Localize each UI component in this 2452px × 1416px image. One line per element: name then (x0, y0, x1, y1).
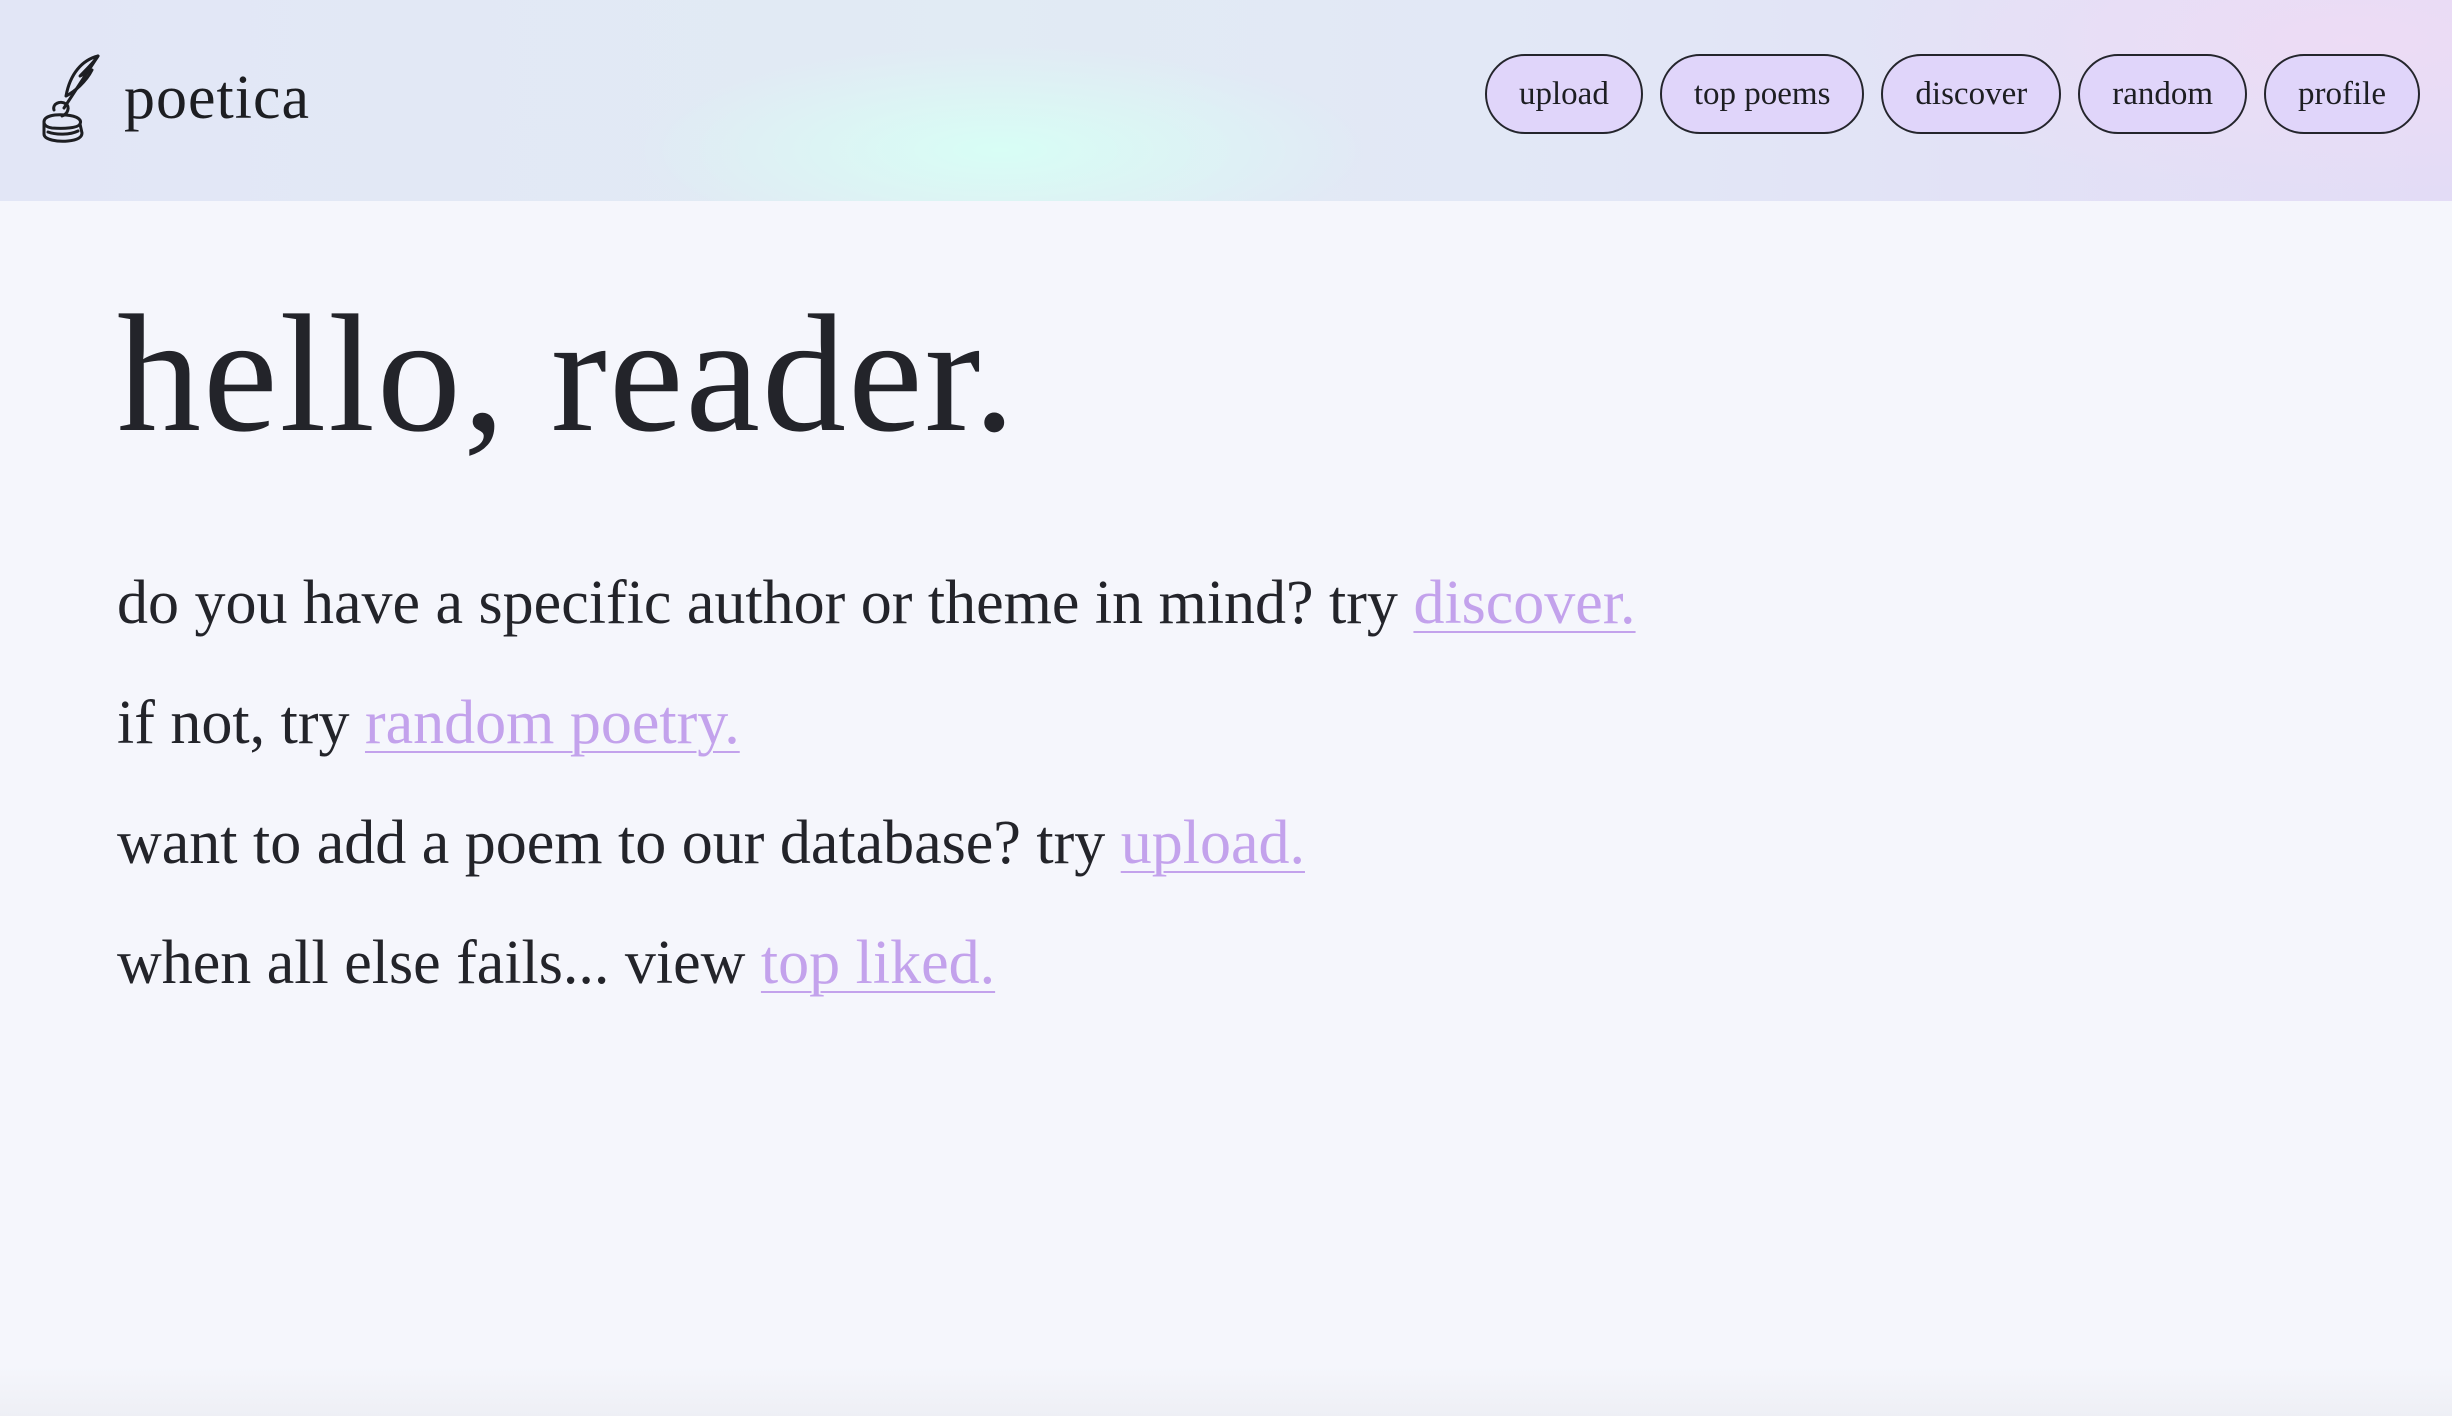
page-title: hello, reader. (117, 281, 1018, 467)
prompt-text: when all else fails... view (117, 929, 761, 997)
upload-link[interactable]: upload. (1121, 809, 1305, 877)
prompt-text: want to add a poem to our database? try (117, 809, 1121, 877)
discover-button[interactable]: discover (1881, 54, 2062, 134)
prompt-line-top-liked: when all else fails... view top liked. (117, 932, 995, 994)
bottom-fade (0, 1366, 2452, 1416)
profile-button[interactable]: profile (2264, 54, 2420, 134)
top-liked-link[interactable]: top liked. (761, 929, 995, 997)
main-nav: upload top poems discover random profile (1485, 54, 2420, 134)
prompt-text: do you have a specific author or theme i… (117, 569, 1414, 637)
prompt-line-upload: want to add a poem to our database? try … (117, 812, 1305, 874)
top-poems-button[interactable]: top poems (1659, 54, 1865, 134)
prompt-text: if not, try (117, 689, 365, 757)
prompt-line-discover: do you have a specific author or theme i… (117, 572, 1636, 634)
random-poetry-link[interactable]: random poetry. (365, 689, 740, 757)
prompt-line-random: if not, try random poetry. (117, 692, 740, 754)
discover-link[interactable]: discover. (1413, 569, 1635, 637)
brand-name: poetica (124, 64, 311, 132)
quill-inkwell-icon (42, 54, 100, 143)
main-content: hello, reader. do you have a specific au… (117, 281, 1636, 994)
top-header: poetica upload top poems discover random… (0, 0, 2452, 201)
random-button[interactable]: random (2078, 54, 2248, 134)
upload-button[interactable]: upload (1485, 54, 1643, 134)
brand[interactable]: poetica (36, 52, 310, 144)
